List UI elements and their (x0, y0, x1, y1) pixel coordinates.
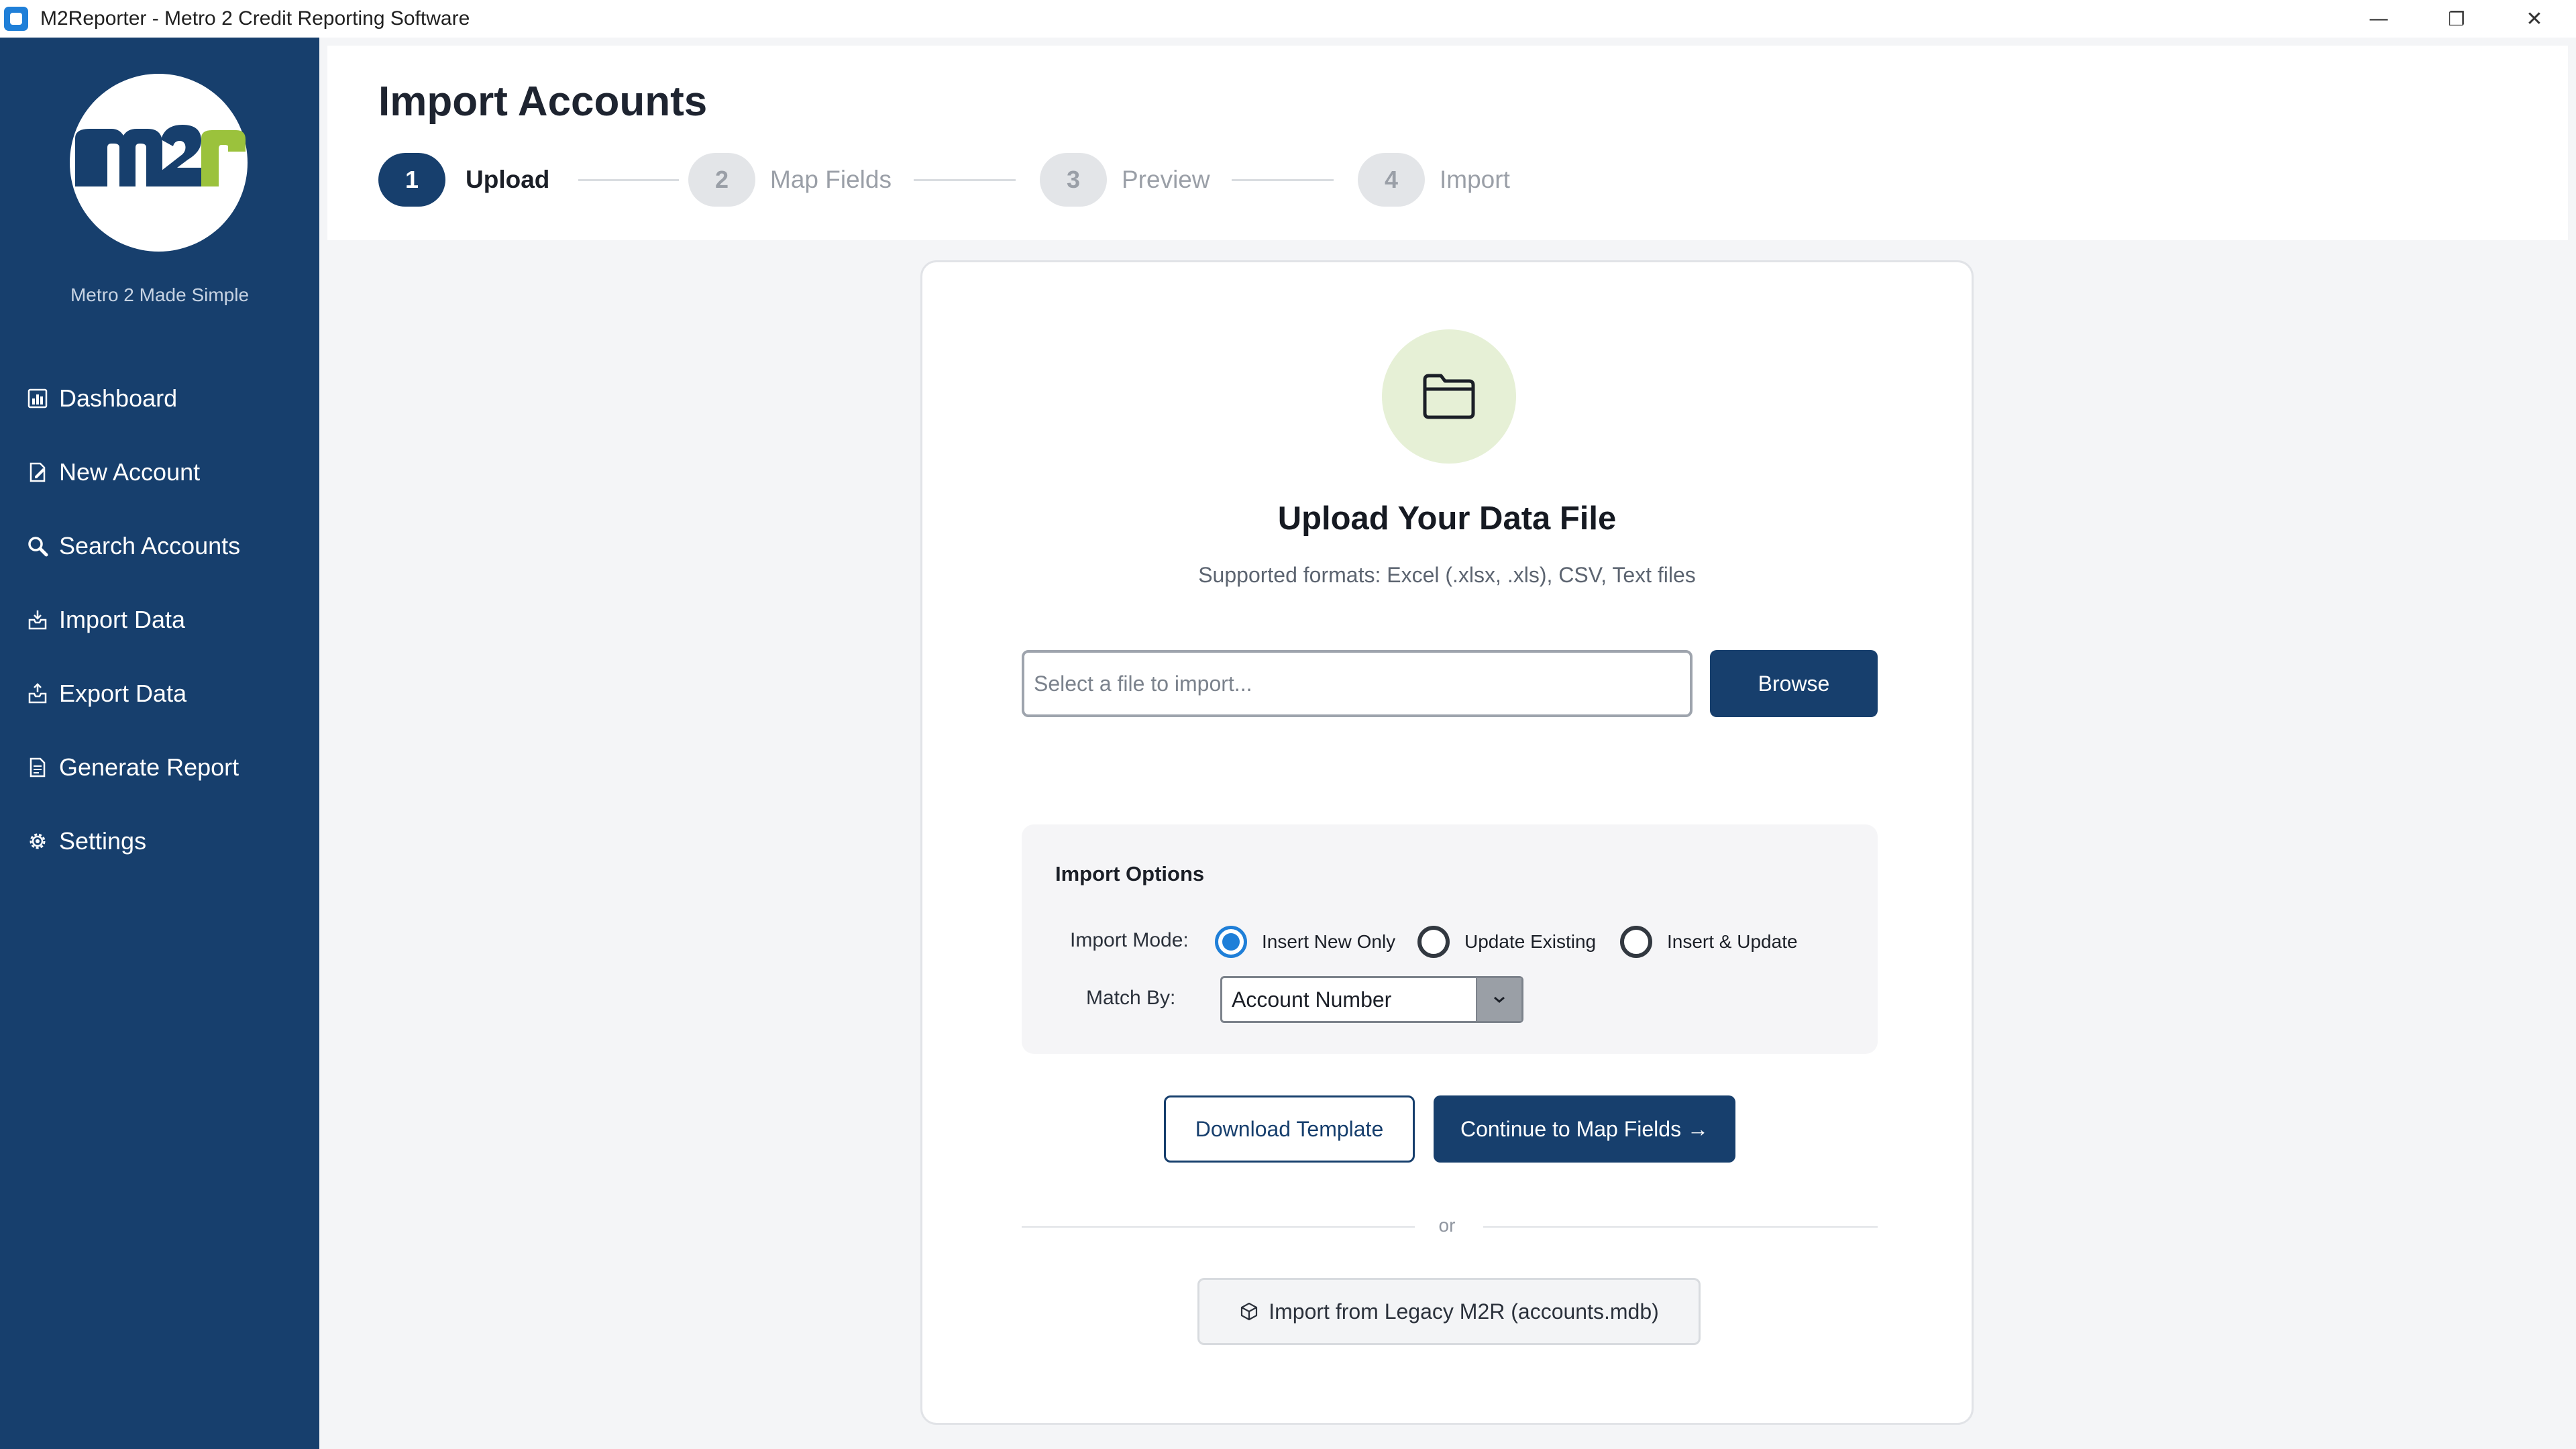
step-label: Upload (466, 166, 550, 193)
sidebar-item-label: Import Data (59, 606, 186, 633)
step-connector (1232, 179, 1334, 181)
import-stepper: 1 Upload 2 Map Fields 3 Preview 4 Import (378, 153, 1720, 207)
sidebar-item-new-account[interactable]: New Account (0, 440, 319, 504)
sidebar-item-import-data[interactable]: Import Data (0, 588, 319, 652)
step-number: 4 (1358, 153, 1425, 207)
step-map-fields: 2 Map Fields (688, 153, 892, 207)
step-connector (914, 179, 1016, 181)
radio-button[interactable] (1620, 926, 1652, 958)
divider (1483, 1226, 1878, 1228)
import-legacy-label: Import from Legacy M2R (accounts.mdb) (1269, 1299, 1659, 1324)
document-icon (25, 755, 50, 780)
inbox-tray-icon (25, 608, 50, 632)
file-path-input[interactable] (1022, 650, 1693, 717)
upload-card: Upload Your Data File Supported formats:… (920, 260, 1974, 1425)
sidebar-item-export-data[interactable]: Export Data (0, 661, 319, 726)
gear-icon (25, 829, 50, 853)
download-template-button[interactable]: Download Template (1164, 1095, 1415, 1163)
sidebar: Metro 2 Made Simple Dashboard New Accoun… (0, 38, 319, 1449)
import-options-title: Import Options (1055, 862, 1205, 885)
step-label: Map Fields (770, 166, 892, 193)
page-title: Import Accounts (378, 78, 708, 125)
minimize-button[interactable]: — (2340, 0, 2418, 38)
radio-button[interactable] (1417, 926, 1450, 958)
step-label: Preview (1122, 166, 1210, 193)
sidebar-item-label: Search Accounts (59, 532, 241, 559)
bar-chart-icon (25, 386, 50, 411)
match-by-select[interactable]: Account Number (1220, 976, 1523, 1023)
step-preview: 3 Preview (1040, 153, 1210, 207)
page-header: Import Accounts 1 Upload 2 Map Fields 3 … (327, 46, 2568, 240)
radio-insert-and-update[interactable]: Insert & Update (1620, 922, 1798, 961)
folder-icon-badge (1382, 329, 1516, 464)
radio-label: Insert & Update (1667, 931, 1798, 952)
step-number: 3 (1040, 153, 1107, 207)
import-options-panel: Import Options Import Mode: Insert New O… (1022, 824, 1878, 1054)
chevron-down-icon[interactable] (1476, 978, 1521, 1021)
browse-button[interactable]: Browse (1710, 650, 1878, 717)
sidebar-item-label: New Account (59, 458, 201, 486)
step-import: 4 Import (1358, 153, 1510, 207)
sidebar-item-dashboard[interactable]: Dashboard (0, 366, 319, 431)
step-upload: 1 Upload (378, 153, 549, 207)
m2r-logo (70, 74, 248, 252)
radio-label: Insert New Only (1262, 931, 1396, 952)
step-label: Import (1440, 166, 1510, 193)
step-connector (578, 179, 679, 181)
step-number: 1 (378, 153, 445, 207)
upload-heading: Upload Your Data File (1277, 500, 1617, 537)
edit-document-icon (25, 460, 50, 484)
magnifier-icon (25, 534, 50, 558)
sidebar-item-label: Generate Report (59, 753, 239, 781)
sidebar-item-label: Export Data (59, 680, 187, 707)
import-mode-label: Import Mode: (1070, 929, 1189, 951)
sidebar-item-label: Dashboard (59, 384, 178, 412)
import-legacy-button[interactable]: Import from Legacy M2R (accounts.mdb) (1197, 1278, 1701, 1345)
window-titlebar: M2Reporter - Metro 2 Credit Reporting So… (0, 0, 2576, 38)
radio-update-existing[interactable]: Update Existing (1417, 922, 1596, 961)
outbox-tray-icon (25, 682, 50, 706)
close-button[interactable]: ✕ (2496, 0, 2573, 38)
sidebar-item-settings[interactable]: Settings (0, 809, 319, 873)
package-icon (1239, 1301, 1259, 1322)
sidebar-item-search-accounts[interactable]: Search Accounts (0, 514, 319, 578)
continue-to-map-fields-button[interactable]: Continue to Map Fields → (1434, 1095, 1735, 1163)
tagline: Metro 2 Made Simple (70, 284, 250, 305)
radio-button-checked[interactable] (1215, 926, 1247, 958)
divider-or-text: or (1438, 1215, 1456, 1236)
step-number: 2 (688, 153, 755, 207)
sidebar-item-label: Settings (59, 827, 147, 855)
match-by-label: Match By: (1086, 987, 1176, 1009)
sidebar-item-generate-report[interactable]: Generate Report (0, 735, 319, 800)
app-icon (4, 7, 28, 31)
folder-icon (1423, 374, 1475, 419)
match-by-value: Account Number (1232, 987, 1392, 1012)
maximize-button[interactable]: ❐ (2418, 0, 2496, 38)
radio-insert-new-only[interactable]: Insert New Only (1215, 922, 1395, 961)
window-title: M2Reporter - Metro 2 Credit Reporting So… (40, 7, 470, 30)
supported-formats-text: Supported formats: Excel (.xlsx, .xls), … (1198, 563, 1696, 587)
radio-label: Update Existing (1464, 931, 1597, 952)
